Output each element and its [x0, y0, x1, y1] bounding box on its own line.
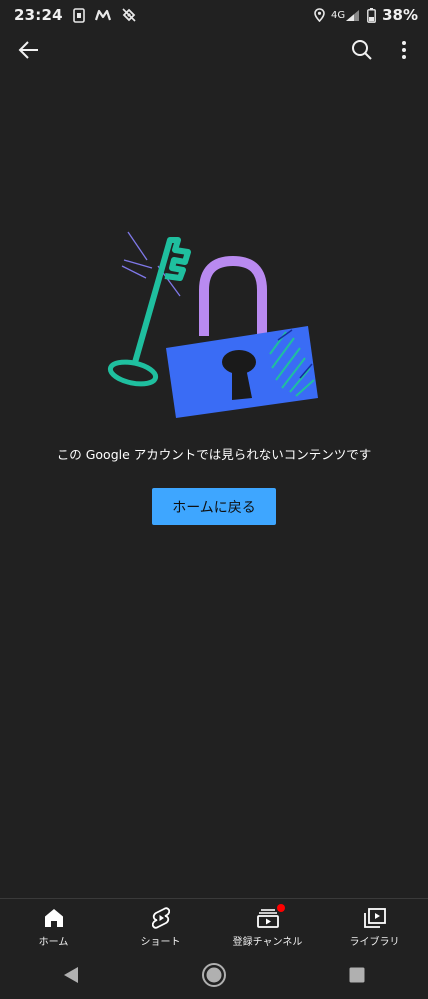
nav-item-shorts[interactable]: ショート	[107, 899, 214, 952]
nav-label-library: ライブラリ	[349, 937, 400, 948]
nav-label-subscriptions: 登録チャンネル	[232, 937, 303, 948]
search-icon	[352, 40, 372, 60]
lock-and-key-illustration	[100, 228, 330, 423]
status-right: 4G 38%	[314, 6, 428, 24]
nav-item-subscriptions[interactable]: 登録チャンネル	[214, 899, 321, 952]
m-app-icon	[94, 9, 111, 21]
nav-label-shorts: ショート	[140, 937, 181, 948]
system-home-button[interactable]	[194, 955, 234, 995]
signal-icon: 4G	[331, 9, 361, 22]
back-button[interactable]	[14, 36, 44, 64]
status-time: 23:24	[14, 6, 63, 24]
system-navigation-bar	[0, 951, 428, 999]
satellite-off-icon	[121, 7, 137, 23]
location-icon	[314, 8, 325, 22]
battery-icon	[367, 7, 376, 23]
system-back-button[interactable]	[51, 955, 91, 995]
go-home-button[interactable]: ホームに戻る	[152, 488, 276, 525]
more-vert-icon	[402, 41, 406, 59]
bottom-navigation: ホーム ショート 登録チャンネル ライブラリ	[0, 898, 428, 952]
back-arrow-icon	[18, 41, 38, 59]
subscriptions-icon	[256, 904, 285, 929]
status-bar: 23:24 4G 38%	[0, 0, 428, 30]
nav-item-home[interactable]: ホーム	[0, 899, 107, 952]
library-icon	[363, 907, 386, 929]
nav-item-library[interactable]: ライブラリ	[321, 899, 428, 952]
shorts-icon	[151, 907, 170, 929]
home-icon	[44, 907, 64, 929]
network-label: 4G	[330, 9, 346, 21]
back-triangle-icon	[64, 967, 79, 983]
search-button[interactable]	[348, 36, 376, 64]
home-circle-icon	[201, 963, 226, 987]
lock-icon	[166, 326, 318, 418]
nav-label-home: ホーム	[38, 937, 69, 948]
more-options-button[interactable]	[392, 36, 416, 64]
battery-percent: 38%	[382, 6, 418, 24]
recents-square-icon	[349, 967, 365, 983]
lock-shackle	[199, 255, 267, 336]
system-recents-button[interactable]	[337, 955, 377, 995]
status-left: 23:24	[0, 6, 137, 24]
app-bar	[0, 30, 428, 70]
sim-card-icon	[72, 7, 85, 23]
unavailable-message: この Google アカウントでは見られないコンテンツです	[56, 447, 372, 462]
notification-badge	[276, 904, 285, 912]
